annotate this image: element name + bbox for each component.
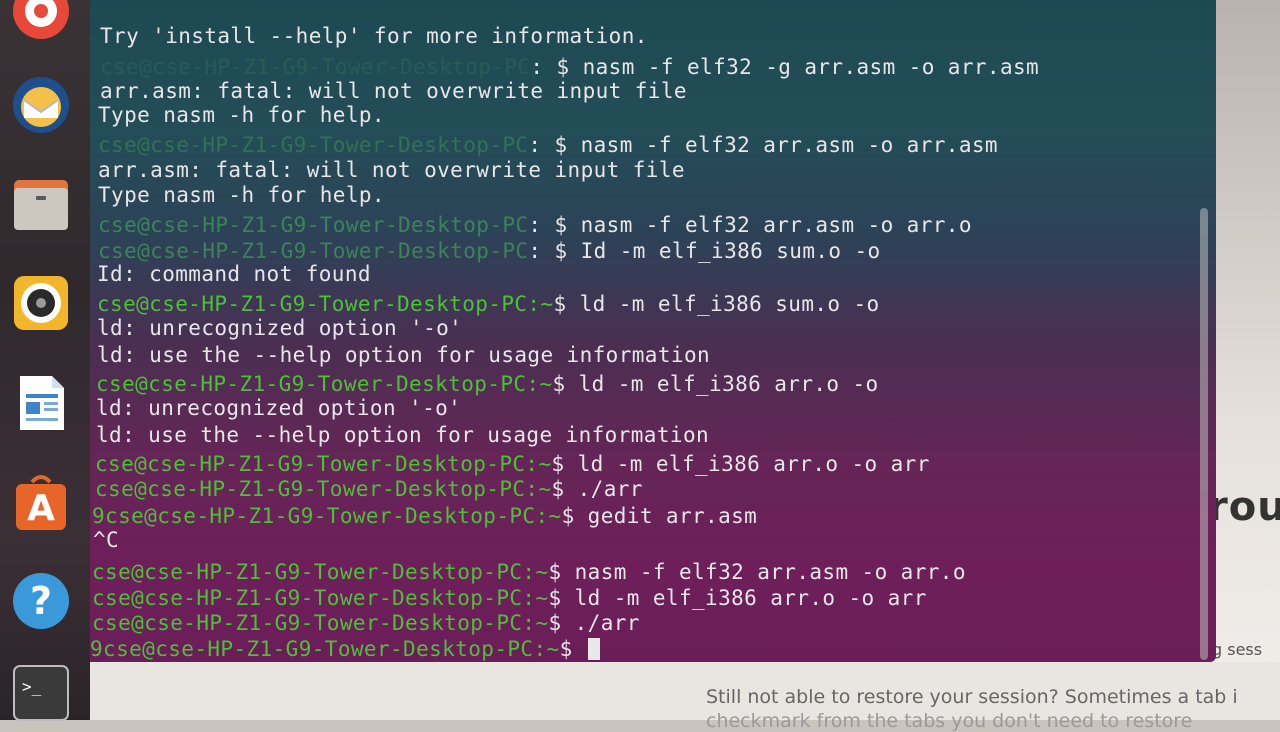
svg-text:A: A <box>27 488 55 529</box>
thunderbird-icon[interactable] <box>10 74 72 136</box>
help-icon[interactable]: ? <box>10 570 72 632</box>
terminal-line: cse@cse-HP-Z1-G9-Tower-Desktop-PC:~$ ld … <box>92 586 927 610</box>
terminal-line: cse@cse-HP-Z1-G9-Tower-Desktop-PC:~$ nas… <box>92 560 966 584</box>
terminal-line: 9cse@cse-HP-Z1-G9-Tower-Desktop-PC:~$ ge… <box>92 504 758 528</box>
libreoffice-writer-icon[interactable] <box>10 372 72 434</box>
terminal-line: cse@cse-HP-Z1-G9-Tower-Desktop-PC:~$ ld … <box>97 292 880 316</box>
terminal-line: cse@cse-HP-Z1-G9-Tower-Desktop-PC:~$ ld … <box>95 452 930 476</box>
dock: A ? >_ <box>0 0 90 721</box>
terminal-line: arr.asm: fatal: will not overwrite input… <box>100 79 687 103</box>
terminal-line: cse@cse-HP-Z1-G9-Tower-Desktop-PC: $ nas… <box>98 213 972 237</box>
text-cursor <box>587 638 600 660</box>
terminal-line: ld: use the --help option for usage info… <box>96 423 710 447</box>
terminal-line: ^C <box>93 528 120 552</box>
svg-text:>_: >_ <box>22 677 42 696</box>
terminal-line: Id: command not found <box>97 262 371 286</box>
terminal-line: cse@cse-HP-Z1-G9-Tower-Desktop-PC:~$ ./a… <box>95 477 643 501</box>
terminal-line: Type nasm -h for help. <box>98 183 385 207</box>
terminal-line: ld: unrecognized option '-o' <box>96 396 462 420</box>
svg-text:?: ? <box>30 579 52 623</box>
terminal-line: Type nasm -h for help. <box>98 103 385 127</box>
rhythmbox-icon[interactable] <box>10 0 72 42</box>
restore-session-text: Still not able to restore your session? … <box>706 686 1238 708</box>
terminal-line: cse@cse-HP-Z1-G9-Tower-Desktop-PC:~$ ./a… <box>92 611 640 635</box>
terminal-output: Try 'install --help' for more informatio… <box>88 0 1216 662</box>
terminal-line: cse@cse-HP-Z1-G9-Tower-Desktop-PC: $ Id … <box>98 239 881 263</box>
rhythmbox-speaker-icon[interactable] <box>10 272 72 334</box>
terminal-scrollbar[interactable] <box>1200 208 1208 660</box>
restore-session-text-2: checkmark from the tabs you don't need t… <box>706 710 1193 732</box>
terminal-line: ld: unrecognized option '-o' <box>97 316 463 340</box>
terminal-line: 9cse@cse-HP-Z1-G9-Tower-Desktop-PC:~$ <box>90 637 600 661</box>
terminal-line: cse@cse-HP-Z1-G9-Tower-Desktop-PC: $ nas… <box>98 133 998 157</box>
background-heading-fragment: rou <box>1208 484 1280 530</box>
terminal-line: cse@cse-HP-Z1-G9-Tower-Desktop-PC: $ nas… <box>100 55 1040 79</box>
terminal-line: ld: use the --help option for usage info… <box>97 343 711 367</box>
terminal-line: arr.asm: fatal: will not overwrite input… <box>98 158 685 182</box>
terminal-window[interactable]: Try 'install --help' for more informatio… <box>88 0 1216 662</box>
terminal-icon[interactable]: >_ <box>10 662 72 724</box>
terminal-line: cse@cse-HP-Z1-G9-Tower-Desktop-PC:~$ ld … <box>96 372 879 396</box>
terminal-line: Try 'install --help' for more informatio… <box>100 24 648 48</box>
files-icon[interactable] <box>10 172 72 234</box>
background-text-fragment: g sess <box>1212 640 1263 659</box>
software-center-icon[interactable]: A <box>10 472 72 534</box>
